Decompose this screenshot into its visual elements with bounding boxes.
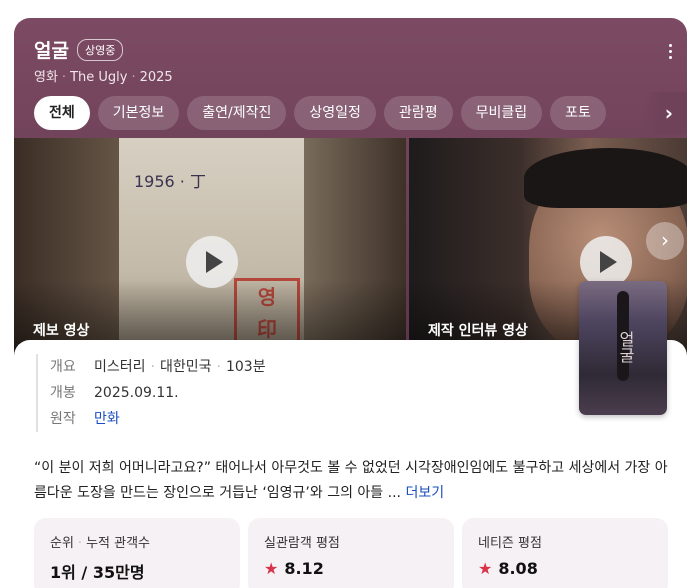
- tab-photos[interactable]: 포토: [550, 96, 606, 130]
- now-showing-badge: 상영중: [76, 38, 124, 61]
- movie-poster[interactable]: 얼굴: [579, 281, 667, 415]
- runtime-value: 103분: [225, 359, 266, 375]
- original-link[interactable]: 만화: [94, 406, 120, 432]
- movie-card: 얼굴 상영중 영화 · The Ugly · 2025 전체 기본정보 출연/제작진 상…: [14, 18, 687, 588]
- tab-basic-info[interactable]: 기본정보: [97, 96, 180, 130]
- movie-subtitle: 영화 · The Ugly · 2025: [34, 70, 173, 85]
- tab-showtimes[interactable]: 상영일정: [294, 96, 376, 130]
- video-label-interview: 제작 인터뷰 영상: [428, 323, 528, 339]
- viewer-rating-label: 실관람객 평점: [264, 536, 340, 551]
- category-label: 영화: [34, 70, 58, 85]
- english-title: The Ugly: [70, 70, 128, 85]
- netizen-rating-card[interactable]: 네티즌 평점 ★ 8.08: [462, 518, 668, 588]
- viewer-rating-card[interactable]: 실관람객 평점 ★ 8.12: [248, 518, 454, 588]
- synopsis-text: “이 분이 저희 어머니라고요?” 태어나서 아무것도 볼 수 없었던 시각장애…: [34, 460, 668, 501]
- star-icon: ★: [264, 559, 279, 578]
- read-more-link[interactable]: 더보기: [405, 485, 444, 501]
- poster-title: 얼굴: [616, 331, 635, 363]
- play-icon[interactable]: [186, 236, 238, 288]
- tabs-next-arrow-icon[interactable]: ›: [643, 92, 687, 134]
- video-label-tip: 제보 영상: [33, 323, 90, 339]
- netizen-rating-value: 8.08: [498, 559, 538, 578]
- release-year: 2025: [139, 70, 173, 85]
- tab-reviews[interactable]: 관람평: [383, 96, 453, 130]
- netizen-rating-label: 네티즌 평점: [478, 536, 542, 551]
- more-options-icon[interactable]: [669, 44, 673, 62]
- star-icon: ★: [478, 559, 493, 578]
- video-next-arrow-icon[interactable]: ›: [646, 222, 684, 260]
- viewer-rating-value: 8.12: [284, 559, 324, 578]
- movie-meta: 개요 미스터리 · 대한민국 · 103분 개봉 2025.09.11. 원작 만화: [36, 354, 266, 432]
- release-date-value: 2025.09.11.: [94, 385, 179, 401]
- tab-movie-clips[interactable]: 무비클립: [460, 96, 543, 130]
- tab-cast-crew[interactable]: 출연/제작진: [187, 96, 287, 130]
- box-office-card[interactable]: 순위 · 누적 관객수 1위 / 35만명: [34, 518, 240, 588]
- tab-bar: 전체 기본정보 출연/제작진 상영일정 관람평 무비클립 포토: [34, 96, 606, 130]
- tab-all[interactable]: 전체: [34, 96, 90, 130]
- audience-label: 누적 관객수: [86, 536, 150, 551]
- overview-key: 개요: [50, 359, 76, 375]
- genre-value: 미스터리: [94, 359, 146, 375]
- audience-value: 35만명: [92, 563, 145, 582]
- original-key: 원작: [50, 411, 76, 427]
- rank-label: 순위: [50, 536, 74, 551]
- country-value: 대한민국: [159, 359, 212, 375]
- movie-title[interactable]: 얼굴: [34, 36, 69, 63]
- video-thumbnail-tip[interactable]: 1956 · 丁 영印 제보 영상: [14, 138, 406, 360]
- release-key: 개봉: [50, 385, 76, 401]
- rank-value: 1위: [50, 563, 76, 582]
- synopsis: “이 분이 저희 어머니라고요?” 태어나서 아무것도 볼 수 없었던 시각장애…: [34, 456, 670, 506]
- stats-row: 순위 · 누적 관객수 1위 / 35만명 실관람객 평점 ★ 8.12 네티즌 평점…: [34, 518, 668, 588]
- handwriting-image: 1956 · 丁: [134, 172, 206, 191]
